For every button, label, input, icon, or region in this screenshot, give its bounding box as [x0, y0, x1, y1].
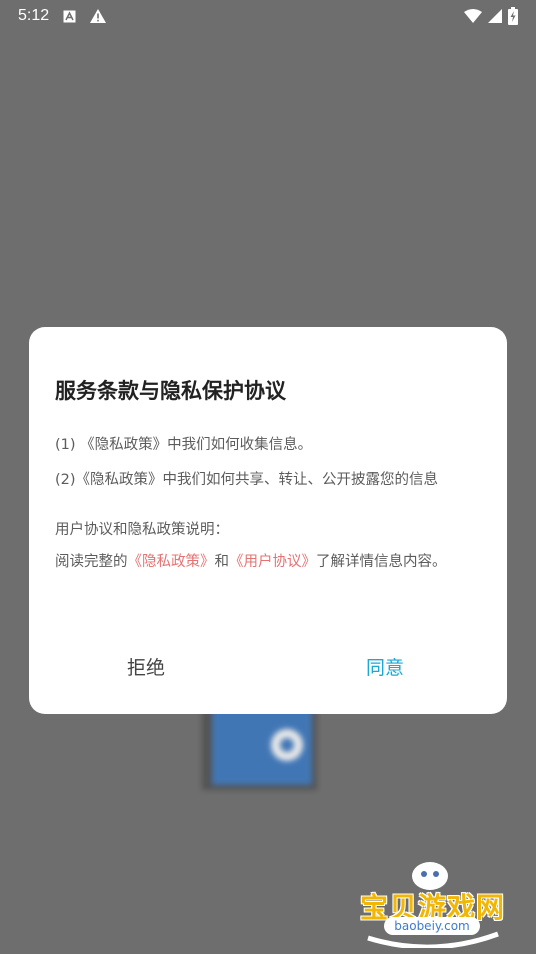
status-time: 5:12 [18, 7, 50, 24]
signal-icon [488, 9, 502, 23]
privacy-policy-link[interactable]: 《隐私政策》 [128, 554, 215, 570]
dialog-title: 服务条款与隐私保护协议 [55, 379, 286, 403]
user-agreement-link[interactable]: 《用户协议》 [229, 554, 316, 570]
alert-triangle-icon [90, 9, 107, 23]
a-box-icon [63, 10, 76, 23]
privacy-dialog: 服务条款与隐私保护协议 (1) 《隐私政策》中我们如何收集信息。 (2)《隐私政… [29, 327, 507, 714]
paragraph-suffix: 了解详情信息内容。 [316, 554, 447, 570]
wifi-icon [464, 9, 482, 23]
paragraph-prefix: 阅读完整的 [55, 554, 128, 570]
section-label: 用户协议和隐私政策说明： [55, 522, 229, 538]
status-bar: 5:12 [0, 0, 536, 32]
agree-button[interactable]: 同意 [366, 653, 404, 680]
paragraph-middle: 和 [214, 554, 230, 570]
agreement-paragraph: 阅读完整的《隐私政策》和《用户协议》了解详情信息内容。 [55, 550, 475, 574]
policy-line-2: (2)《隐私政策》中我们如何共享、转让、公开披露您的信息 [55, 472, 439, 488]
battery-charging-icon [508, 7, 518, 25]
watermark-url: baobeiy.com [384, 917, 480, 935]
background-app-illustration [192, 700, 322, 795]
reject-button[interactable]: 拒绝 [127, 653, 165, 680]
policy-line-1: (1) 《隐私政策》中我们如何收集信息。 [55, 437, 313, 453]
watermark-logo: 宝贝游戏网 baobeiy.com [358, 860, 508, 948]
